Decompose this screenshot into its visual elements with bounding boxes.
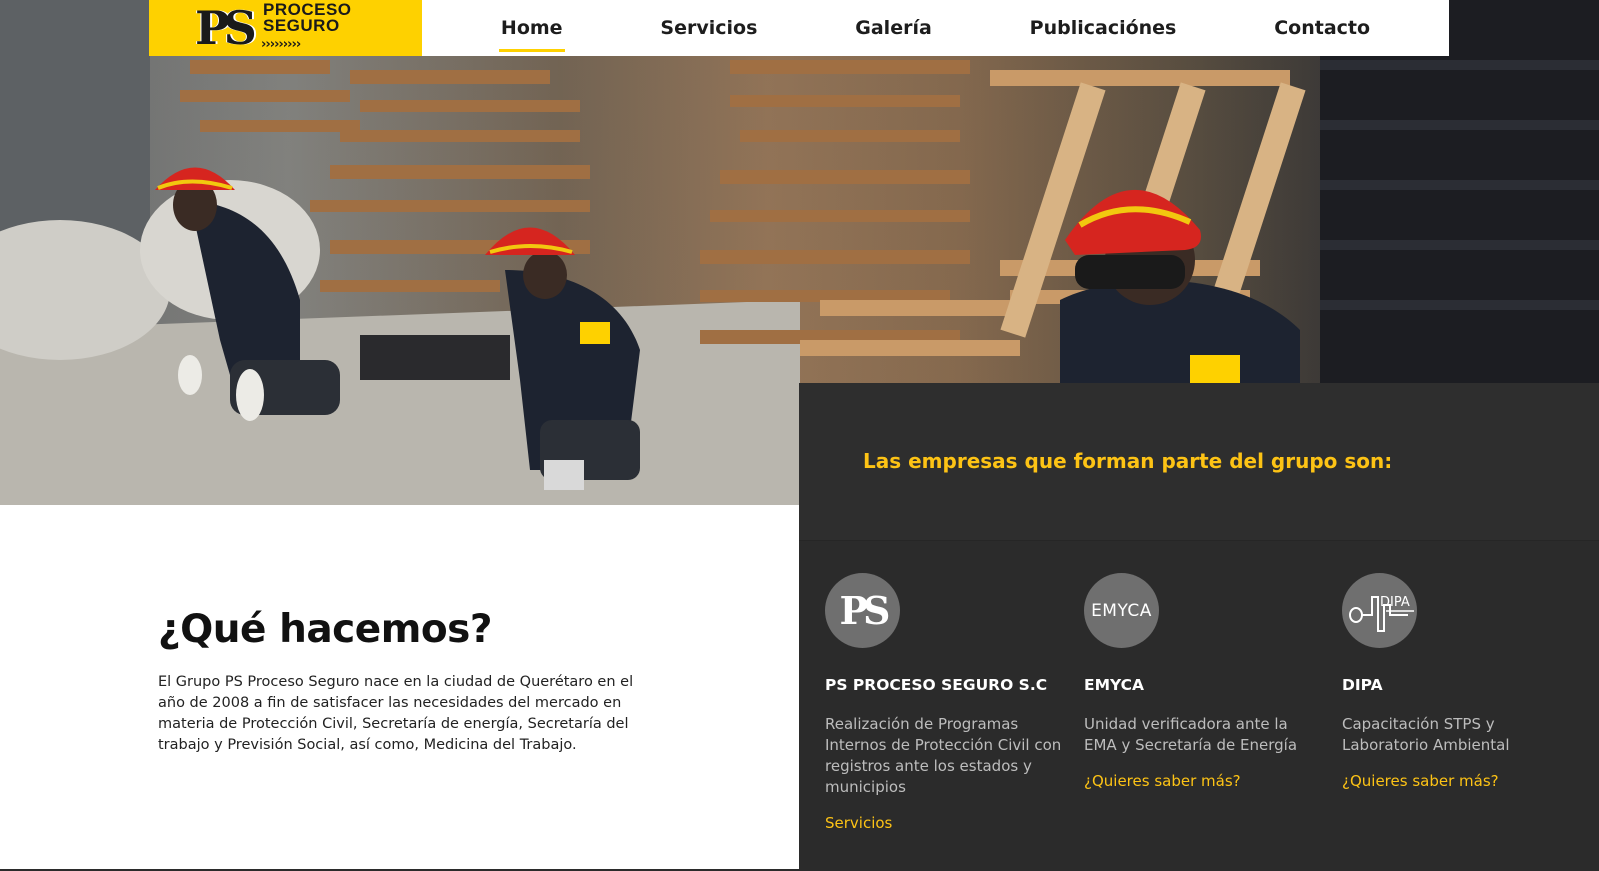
company-link-more[interactable]: ¿Quieres saber más? — [1084, 772, 1324, 790]
emyca-badge-text: EMYCA — [1091, 600, 1152, 621]
emyca-logo-icon: EMYCA — [1084, 573, 1159, 648]
nav-home[interactable]: Home — [498, 2, 565, 54]
company-link-more[interactable]: ¿Quieres saber más? — [1342, 772, 1582, 790]
companies-header-band: Las empresas que forman parte del grupo … — [799, 383, 1599, 541]
dipa-logo-icon: DIPA — [1342, 573, 1417, 648]
logo-text: PROCESO SEGURO — [263, 1, 352, 35]
company-name: DIPA — [1342, 676, 1383, 694]
logo-arrows: ››››››››› — [261, 37, 301, 52]
nav-publicaciones[interactable]: Publicaciónes — [1028, 2, 1179, 54]
ps-badge-text: PS — [839, 588, 890, 633]
logo-mark: PS — [195, 1, 257, 55]
company-card-ps: PS PS PROCESO SEGURO S.C Realización de … — [825, 573, 1065, 832]
company-name: PS PROCESO SEGURO S.C — [825, 676, 1048, 694]
site-logo[interactable]: PS PROCESO SEGURO ››››››››› — [149, 0, 422, 56]
company-description: Realización de Programas Internos de Pro… — [825, 715, 1062, 796]
ps-logo-icon: PS — [825, 573, 900, 648]
site-header: PS PROCESO SEGURO ››››››››› Home Servici… — [149, 0, 1449, 56]
nav-servicios[interactable]: Servicios — [658, 2, 759, 54]
dipa-badge-text: DIPA — [1380, 595, 1410, 610]
companies-panel: Las empresas que forman parte del grupo … — [799, 383, 1599, 871]
about-text: El Grupo PS Proceso Seguro nace en la ci… — [158, 674, 634, 753]
about-title: ¿Qué hacemos? — [158, 607, 493, 652]
company-description: Unidad verificadora ante la EMA y Secret… — [1084, 715, 1298, 754]
company-description: Capacitación STPS y Laboratorio Ambienta… — [1342, 715, 1510, 754]
nav-contacto[interactable]: Contacto — [1272, 2, 1372, 54]
logo-line-2: SEGURO — [263, 16, 340, 35]
company-name: EMYCA — [1084, 676, 1145, 694]
nav-galeria[interactable]: Galería — [853, 2, 934, 54]
about-section: ¿Qué hacemos? El Grupo PS Proceso Seguro… — [158, 608, 638, 756]
main-nav: Home Servicios Galería Publicaciónes Con… — [422, 0, 1449, 56]
company-card-dipa: DIPA DIPA Capacitación STPS y Laboratori… — [1342, 573, 1582, 790]
company-card-emyca: EMYCA EMYCA Unidad verificadora ante la … — [1084, 573, 1324, 790]
dipa-logo-graphic — [1349, 596, 1414, 632]
companies-title: Las empresas que forman parte del grupo … — [863, 449, 1393, 473]
company-link-servicios[interactable]: Servicios — [825, 814, 1065, 832]
